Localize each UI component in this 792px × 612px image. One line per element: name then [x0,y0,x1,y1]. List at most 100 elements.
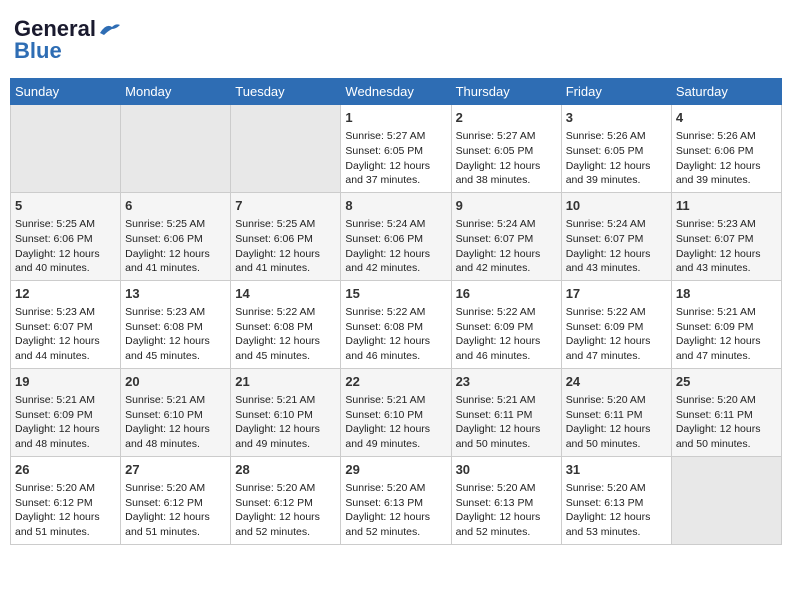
calendar-cell: 28Sunrise: 5:20 AM Sunset: 6:12 PM Dayli… [231,456,341,544]
calendar-cell: 15Sunrise: 5:22 AM Sunset: 6:08 PM Dayli… [341,280,451,368]
day-number: 8 [345,197,446,215]
calendar-row: 26Sunrise: 5:20 AM Sunset: 6:12 PM Dayli… [11,456,782,544]
calendar-header-row: SundayMondayTuesdayWednesdayThursdayFrid… [11,79,782,105]
day-info: Sunrise: 5:20 AM Sunset: 6:11 PM Dayligh… [676,393,777,452]
day-number: 4 [676,109,777,127]
calendar-cell: 1Sunrise: 5:27 AM Sunset: 6:05 PM Daylig… [341,105,451,193]
day-number: 12 [15,285,116,303]
day-info: Sunrise: 5:20 AM Sunset: 6:13 PM Dayligh… [345,481,446,540]
calendar-table: SundayMondayTuesdayWednesdayThursdayFrid… [10,78,782,545]
calendar-cell: 9 Sunrise: 5:24 AM Sunset: 6:07 PM Daylig… [451,192,561,280]
calendar-cell: 30 Sunrise: 5:20 AM Sunset: 6:13 PM Dayli… [451,456,561,544]
day-number: 20 [125,373,226,391]
calendar-cell: 2 Sunrise: 5:27 AM Sunset: 6:05 PM Daylig… [451,105,561,193]
calendar-cell: 26Sunrise: 5:20 AM Sunset: 6:12 PM Dayli… [11,456,121,544]
day-info: Sunrise: 5:26 AM Sunset: 6:05 PM Dayligh… [566,129,667,188]
day-info: Sunrise: 5:20 AM Sunset: 6:13 PM Dayligh… [456,481,557,540]
logo-text-blue: Blue [14,38,62,64]
day-number: 14 [235,285,336,303]
day-info: Sunrise: 5:24 AM Sunset: 6:06 PM Dayligh… [345,217,446,276]
calendar-cell: 19Sunrise: 5:21 AM Sunset: 6:09 PM Dayli… [11,368,121,456]
day-info: Sunrise: 5:27 AM Sunset: 6:05 PM Dayligh… [456,129,557,188]
day-number: 21 [235,373,336,391]
day-number: 3 [566,109,667,127]
calendar-row: 12Sunrise: 5:23 AM Sunset: 6:07 PM Dayli… [11,280,782,368]
day-number: 23 [456,373,557,391]
day-number: 18 [676,285,777,303]
day-info: Sunrise: 5:25 AM Sunset: 6:06 PM Dayligh… [235,217,336,276]
day-info: Sunrise: 5:21 AM Sunset: 6:11 PM Dayligh… [456,393,557,452]
header-saturday: Saturday [671,79,781,105]
header-tuesday: Tuesday [231,79,341,105]
day-number: 7 [235,197,336,215]
day-number: 13 [125,285,226,303]
calendar-row: 1 Sunrise: 5:27 AM Sunset: 6:05 PM Daylig… [11,105,782,193]
day-info: Sunrise: 5:22 AM Sunset: 6:09 PM Dayligh… [456,305,557,364]
day-info: Sunrise: 5:22 AM Sunset: 6:08 PM Dayligh… [235,305,336,364]
logo-bird-icon [98,21,120,37]
day-number: 5 [15,197,116,215]
header-sunday: Sunday [11,79,121,105]
day-info: Sunrise: 5:21 AM Sunset: 6:10 PM Dayligh… [235,393,336,452]
day-info: Sunrise: 5:20 AM Sunset: 6:12 PM Dayligh… [15,481,116,540]
header-thursday: Thursday [451,79,561,105]
day-info: Sunrise: 5:23 AM Sunset: 6:08 PM Dayligh… [125,305,226,364]
day-number: 19 [15,373,116,391]
header-wednesday: Wednesday [341,79,451,105]
calendar-cell: 10Sunrise: 5:24 AM Sunset: 6:07 PM Dayli… [561,192,671,280]
calendar-cell [671,456,781,544]
day-number: 29 [345,461,446,479]
calendar-cell [121,105,231,193]
calendar-cell: 31Sunrise: 5:20 AM Sunset: 6:13 PM Dayli… [561,456,671,544]
calendar-cell: 4 Sunrise: 5:26 AM Sunset: 6:06 PM Daylig… [671,105,781,193]
day-info: Sunrise: 5:25 AM Sunset: 6:06 PM Dayligh… [15,217,116,276]
day-number: 16 [456,285,557,303]
day-number: 22 [345,373,446,391]
day-info: Sunrise: 5:20 AM Sunset: 6:12 PM Dayligh… [125,481,226,540]
day-info: Sunrise: 5:22 AM Sunset: 6:08 PM Dayligh… [345,305,446,364]
calendar-cell [11,105,121,193]
day-info: Sunrise: 5:24 AM Sunset: 6:07 PM Dayligh… [566,217,667,276]
page-header: General Blue [10,10,782,70]
calendar-cell: 12Sunrise: 5:23 AM Sunset: 6:07 PM Dayli… [11,280,121,368]
calendar-cell: 27 Sunrise: 5:20 AM Sunset: 6:12 PM Dayli… [121,456,231,544]
day-number: 1 [345,109,446,127]
day-info: Sunrise: 5:22 AM Sunset: 6:09 PM Dayligh… [566,305,667,364]
day-info: Sunrise: 5:23 AM Sunset: 6:07 PM Dayligh… [676,217,777,276]
calendar-row: 5 Sunrise: 5:25 AM Sunset: 6:06 PM Daylig… [11,192,782,280]
day-number: 30 [456,461,557,479]
calendar-cell: 25 Sunrise: 5:20 AM Sunset: 6:11 PM Dayli… [671,368,781,456]
calendar-cell: 7 Sunrise: 5:25 AM Sunset: 6:06 PM Daylig… [231,192,341,280]
calendar-cell: 14 Sunrise: 5:22 AM Sunset: 6:08 PM Dayli… [231,280,341,368]
day-number: 6 [125,197,226,215]
calendar-cell: 11Sunrise: 5:23 AM Sunset: 6:07 PM Dayli… [671,192,781,280]
calendar-cell: 21 Sunrise: 5:21 AM Sunset: 6:10 PM Dayli… [231,368,341,456]
calendar-cell: 22Sunrise: 5:21 AM Sunset: 6:10 PM Dayli… [341,368,451,456]
header-monday: Monday [121,79,231,105]
day-number: 31 [566,461,667,479]
day-number: 24 [566,373,667,391]
day-number: 25 [676,373,777,391]
calendar-cell: 16 Sunrise: 5:22 AM Sunset: 6:09 PM Dayli… [451,280,561,368]
day-info: Sunrise: 5:25 AM Sunset: 6:06 PM Dayligh… [125,217,226,276]
calendar-cell: 6 Sunrise: 5:25 AM Sunset: 6:06 PM Daylig… [121,192,231,280]
calendar-cell: 18 Sunrise: 5:21 AM Sunset: 6:09 PM Dayli… [671,280,781,368]
day-number: 27 [125,461,226,479]
day-number: 2 [456,109,557,127]
calendar-cell: 29 Sunrise: 5:20 AM Sunset: 6:13 PM Dayli… [341,456,451,544]
day-info: Sunrise: 5:20 AM Sunset: 6:11 PM Dayligh… [566,393,667,452]
day-number: 17 [566,285,667,303]
calendar-cell: 5 Sunrise: 5:25 AM Sunset: 6:06 PM Daylig… [11,192,121,280]
calendar-cell: 23 Sunrise: 5:21 AM Sunset: 6:11 PM Dayli… [451,368,561,456]
logo: General Blue [14,16,120,64]
day-info: Sunrise: 5:24 AM Sunset: 6:07 PM Dayligh… [456,217,557,276]
calendar-cell [231,105,341,193]
day-number: 9 [456,197,557,215]
calendar-cell: 24 Sunrise: 5:20 AM Sunset: 6:11 PM Dayli… [561,368,671,456]
day-info: Sunrise: 5:21 AM Sunset: 6:09 PM Dayligh… [676,305,777,364]
header-friday: Friday [561,79,671,105]
calendar-cell: 17 Sunrise: 5:22 AM Sunset: 6:09 PM Dayli… [561,280,671,368]
calendar-cell: 8 Sunrise: 5:24 AM Sunset: 6:06 PM Daylig… [341,192,451,280]
day-info: Sunrise: 5:26 AM Sunset: 6:06 PM Dayligh… [676,129,777,188]
day-info: Sunrise: 5:21 AM Sunset: 6:10 PM Dayligh… [125,393,226,452]
